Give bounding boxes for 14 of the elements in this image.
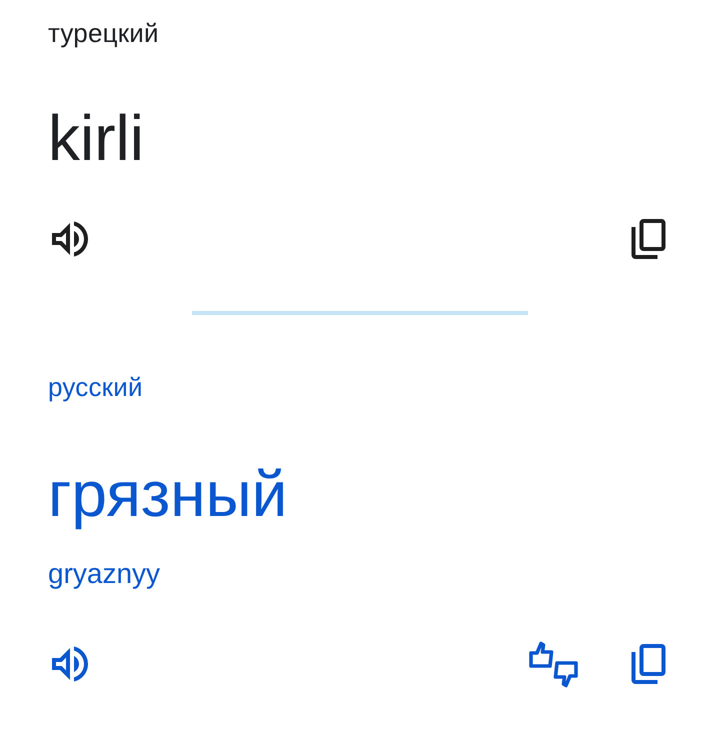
rate-translation-button[interactable] bbox=[529, 640, 578, 688]
thumbs-up-down-icon bbox=[529, 640, 578, 688]
language-label: русский bbox=[48, 372, 143, 402]
language-label: турецкий bbox=[48, 18, 159, 48]
copy-button[interactable] bbox=[631, 644, 666, 684]
source-text: kirli bbox=[48, 106, 144, 170]
copy-button[interactable] bbox=[631, 219, 666, 259]
copy-icon bbox=[631, 644, 666, 684]
transliteration-text: gryaznyy bbox=[48, 558, 160, 590]
listen-button[interactable] bbox=[52, 221, 88, 257]
speaker-icon bbox=[52, 221, 88, 257]
copy-icon bbox=[631, 219, 666, 259]
speaker-icon bbox=[52, 646, 88, 682]
listen-button[interactable] bbox=[52, 646, 88, 682]
